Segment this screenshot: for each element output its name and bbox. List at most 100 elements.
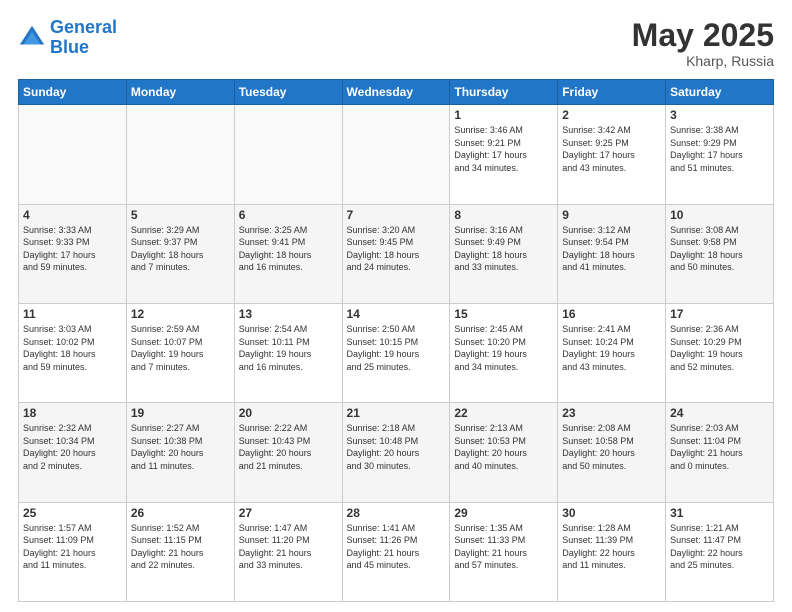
- day-cell: 26 Sunrise: 1:52 AM Sunset: 11:15 PM Dayl…: [126, 502, 234, 601]
- day-header-sunday: Sunday: [19, 80, 127, 105]
- page: General Blue May 2025 Kharp, Russia Sund…: [0, 0, 792, 612]
- day-info: Sunrise: 2:22 AM Sunset: 10:43 PM Daylig…: [239, 422, 338, 472]
- logo-blue: Blue: [50, 37, 89, 57]
- day-number: 29: [454, 506, 553, 520]
- day-info: Sunrise: 2:08 AM Sunset: 10:58 PM Daylig…: [562, 422, 661, 472]
- day-info: Sunrise: 1:35 AM Sunset: 11:33 PM Daylig…: [454, 522, 553, 572]
- day-number: 30: [562, 506, 661, 520]
- day-number: 31: [670, 506, 769, 520]
- day-header-saturday: Saturday: [666, 80, 774, 105]
- day-info: Sunrise: 3:20 AM Sunset: 9:45 PM Dayligh…: [347, 224, 446, 274]
- day-cell: 6Sunrise: 3:25 AM Sunset: 9:41 PM Daylig…: [234, 204, 342, 303]
- day-cell: [19, 105, 127, 204]
- logo-general: General: [50, 17, 117, 37]
- day-number: 9: [562, 208, 661, 222]
- day-cell: 15Sunrise: 2:45 AM Sunset: 10:20 PM Dayl…: [450, 303, 558, 402]
- day-cell: 9 Sunrise: 3:12 AM Sunset: 9:54 PM Daylig…: [558, 204, 666, 303]
- day-number: 13: [239, 307, 338, 321]
- day-cell: 31 Sunrise: 1:21 AM Sunset: 11:47 PM Dayl…: [666, 502, 774, 601]
- day-info: Sunrise: 3:08 AM Sunset: 9:58 PM Dayligh…: [670, 224, 769, 274]
- day-number: 15: [454, 307, 553, 321]
- day-cell: 11 Sunrise: 3:03 AM Sunset: 10:02 PM Dayl…: [19, 303, 127, 402]
- day-number: 17: [670, 307, 769, 321]
- day-number: 16: [562, 307, 661, 321]
- day-cell: 30 Sunrise: 1:28 AM Sunset: 11:39 PM Dayl…: [558, 502, 666, 601]
- day-cell: 1 Sunrise: 3:46 AM Sunset: 9:21 PM Daylig…: [450, 105, 558, 204]
- day-number: 22: [454, 406, 553, 420]
- day-number: 3: [670, 108, 769, 122]
- day-info: Sunrise: 2:13 AM Sunset: 10:53 PM Daylig…: [454, 422, 553, 472]
- day-number: 27: [239, 506, 338, 520]
- day-info: Sunrise: 1:47 AM Sunset: 11:20 PM Daylig…: [239, 522, 338, 572]
- day-cell: 19Sunrise: 2:27 AM Sunset: 10:38 PM Dayl…: [126, 403, 234, 502]
- day-cell: 12Sunrise: 2:59 AM Sunset: 10:07 PM Dayl…: [126, 303, 234, 402]
- day-cell: 14Sunrise: 2:50 AM Sunset: 10:15 PM Dayl…: [342, 303, 450, 402]
- day-number: 21: [347, 406, 446, 420]
- day-header-wednesday: Wednesday: [342, 80, 450, 105]
- day-cell: 8 Sunrise: 3:16 AM Sunset: 9:49 PM Daylig…: [450, 204, 558, 303]
- day-number: 24: [670, 406, 769, 420]
- day-info: Sunrise: 1:21 AM Sunset: 11:47 PM Daylig…: [670, 522, 769, 572]
- day-info: Sunrise: 2:54 AM Sunset: 10:11 PM Daylig…: [239, 323, 338, 373]
- day-header-tuesday: Tuesday: [234, 80, 342, 105]
- week-row-3: 11 Sunrise: 3:03 AM Sunset: 10:02 PM Dayl…: [19, 303, 774, 402]
- day-number: 23: [562, 406, 661, 420]
- day-header-monday: Monday: [126, 80, 234, 105]
- day-number: 28: [347, 506, 446, 520]
- week-row-1: 1 Sunrise: 3:46 AM Sunset: 9:21 PM Daylig…: [19, 105, 774, 204]
- day-info: Sunrise: 1:57 AM Sunset: 11:09 PM Daylig…: [23, 522, 122, 572]
- main-title: May 2025: [632, 18, 774, 53]
- day-cell: 24Sunrise: 2:03 AM Sunset: 11:04 PM Dayl…: [666, 403, 774, 502]
- day-cell: 13 Sunrise: 2:54 AM Sunset: 10:11 PM Dayl…: [234, 303, 342, 402]
- day-cell: 28 Sunrise: 1:41 AM Sunset: 11:26 PM Dayl…: [342, 502, 450, 601]
- day-cell: 16Sunrise: 2:41 AM Sunset: 10:24 PM Dayl…: [558, 303, 666, 402]
- day-info: Sunrise: 1:52 AM Sunset: 11:15 PM Daylig…: [131, 522, 230, 572]
- day-cell: 27 Sunrise: 1:47 AM Sunset: 11:20 PM Dayl…: [234, 502, 342, 601]
- day-info: Sunrise: 2:59 AM Sunset: 10:07 PM Daylig…: [131, 323, 230, 373]
- day-cell: 10 Sunrise: 3:08 AM Sunset: 9:58 PM Dayli…: [666, 204, 774, 303]
- day-cell: [234, 105, 342, 204]
- day-cell: 25 Sunrise: 1:57 AM Sunset: 11:09 PM Dayl…: [19, 502, 127, 601]
- day-cell: [126, 105, 234, 204]
- day-cell: 29 Sunrise: 1:35 AM Sunset: 11:33 PM Dayl…: [450, 502, 558, 601]
- day-cell: 18Sunrise: 2:32 AM Sunset: 10:34 PM Dayl…: [19, 403, 127, 502]
- week-row-4: 18Sunrise: 2:32 AM Sunset: 10:34 PM Dayl…: [19, 403, 774, 502]
- day-info: Sunrise: 3:03 AM Sunset: 10:02 PM Daylig…: [23, 323, 122, 373]
- day-cell: 23 Sunrise: 2:08 AM Sunset: 10:58 PM Dayl…: [558, 403, 666, 502]
- day-number: 14: [347, 307, 446, 321]
- day-number: 6: [239, 208, 338, 222]
- logo-text: General Blue: [50, 18, 117, 58]
- day-cell: 7 Sunrise: 3:20 AM Sunset: 9:45 PM Daylig…: [342, 204, 450, 303]
- day-number: 11: [23, 307, 122, 321]
- day-number: 10: [670, 208, 769, 222]
- day-number: 19: [131, 406, 230, 420]
- day-info: Sunrise: 3:16 AM Sunset: 9:49 PM Dayligh…: [454, 224, 553, 274]
- day-number: 2: [562, 108, 661, 122]
- day-cell: [342, 105, 450, 204]
- day-number: 18: [23, 406, 122, 420]
- title-block: May 2025 Kharp, Russia: [632, 18, 774, 69]
- day-cell: 20Sunrise: 2:22 AM Sunset: 10:43 PM Dayl…: [234, 403, 342, 502]
- day-number: 8: [454, 208, 553, 222]
- day-info: Sunrise: 3:46 AM Sunset: 9:21 PM Dayligh…: [454, 124, 553, 174]
- day-info: Sunrise: 1:28 AM Sunset: 11:39 PM Daylig…: [562, 522, 661, 572]
- day-cell: 22 Sunrise: 2:13 AM Sunset: 10:53 PM Dayl…: [450, 403, 558, 502]
- calendar-table: SundayMondayTuesdayWednesdayThursdayFrid…: [18, 79, 774, 602]
- day-info: Sunrise: 2:18 AM Sunset: 10:48 PM Daylig…: [347, 422, 446, 472]
- day-number: 25: [23, 506, 122, 520]
- subtitle: Kharp, Russia: [632, 53, 774, 69]
- day-info: Sunrise: 1:41 AM Sunset: 11:26 PM Daylig…: [347, 522, 446, 572]
- day-header-thursday: Thursday: [450, 80, 558, 105]
- day-info: Sunrise: 2:36 AM Sunset: 10:29 PM Daylig…: [670, 323, 769, 373]
- day-cell: 5Sunrise: 3:29 AM Sunset: 9:37 PM Daylig…: [126, 204, 234, 303]
- day-info: Sunrise: 3:33 AM Sunset: 9:33 PM Dayligh…: [23, 224, 122, 274]
- week-row-2: 4Sunrise: 3:33 AM Sunset: 9:33 PM Daylig…: [19, 204, 774, 303]
- day-header-friday: Friday: [558, 80, 666, 105]
- day-cell: 3Sunrise: 3:38 AM Sunset: 9:29 PM Daylig…: [666, 105, 774, 204]
- day-number: 1: [454, 108, 553, 122]
- day-cell: 4Sunrise: 3:33 AM Sunset: 9:33 PM Daylig…: [19, 204, 127, 303]
- day-info: Sunrise: 3:12 AM Sunset: 9:54 PM Dayligh…: [562, 224, 661, 274]
- logo: General Blue: [18, 18, 117, 58]
- day-number: 26: [131, 506, 230, 520]
- day-number: 7: [347, 208, 446, 222]
